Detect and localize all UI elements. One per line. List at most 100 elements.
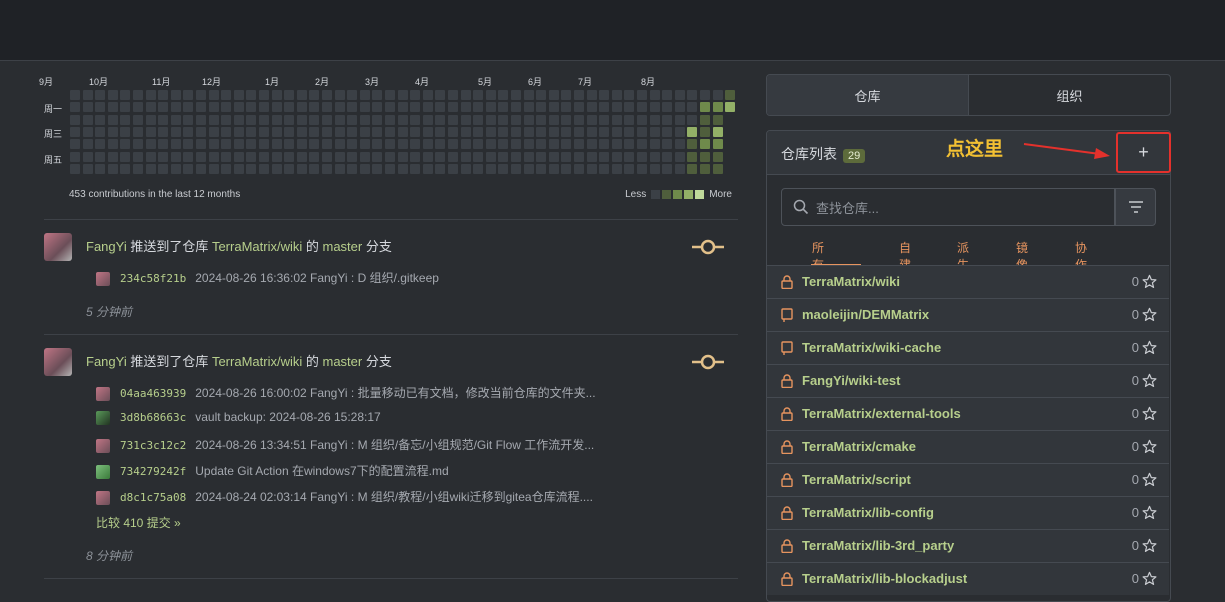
commit-message: 2024-08-24 02:03:14 FangYi : M 组织/教程/小组w… <box>195 490 593 504</box>
month-label: 9月 <box>39 77 54 87</box>
star-icon[interactable] <box>1142 340 1157 355</box>
lock-icon <box>781 473 793 487</box>
star-icon[interactable] <box>1142 439 1157 454</box>
lock-icon <box>781 440 793 454</box>
repo-row[interactable]: maoleijin/DEMMatrix 0 <box>767 298 1169 331</box>
add-repo-button[interactable]: + <box>1116 132 1171 173</box>
star-icon[interactable] <box>1142 505 1157 520</box>
month-label: 5月 <box>478 77 493 87</box>
star-icon[interactable] <box>1142 472 1157 487</box>
month-label: 4月 <box>415 77 430 87</box>
branch-link[interactable]: master <box>322 354 362 369</box>
commit-message: vault backup: 2024-08-26 15:28:17 <box>195 410 381 424</box>
repo-name-link[interactable]: TerraMatrix/script <box>802 472 911 487</box>
legend-swatch <box>651 190 661 199</box>
contribution-summary: 453 contributions in the last 12 months <box>69 189 241 200</box>
heatmap-legend: Less More <box>625 189 732 200</box>
commit-message: Update Git Action 在windows7下的配置流程.md <box>195 464 449 478</box>
repo-name-link[interactable]: maoleijin/DEMMatrix <box>802 307 929 322</box>
month-label: 2月 <box>315 77 330 87</box>
commit-avatar <box>96 271 110 286</box>
star-icon[interactable] <box>1142 274 1157 289</box>
repo-name-link[interactable]: TerraMatrix/lib-blockadjust <box>802 571 967 586</box>
plus-icon: + <box>1138 142 1149 162</box>
user-link[interactable]: FangYi <box>86 239 127 254</box>
repo-row[interactable]: TerraMatrix/lib-3rd_party 0 <box>767 529 1169 562</box>
avatar[interactable] <box>44 233 72 261</box>
repo-row[interactable]: TerraMatrix/external-tools 0 <box>767 397 1169 430</box>
commit-row: 734279242f Update Git Action 在windows7下的配… <box>96 462 449 480</box>
feed-header: FangYi 推送到了仓库 TerraMatrix/wiki 的 master … <box>86 236 392 255</box>
repo-count-badge: 29 <box>843 149 866 163</box>
filter-icon <box>1128 201 1143 213</box>
avatar[interactable] <box>44 348 72 376</box>
repo-row[interactable]: TerraMatrix/script 0 <box>767 463 1169 496</box>
contribution-heatmap: 9月 10月 11月 12月 1月 2月 3月 4月 5月 6月 7月 8月 周一 周三 周五 453 c… <box>39 72 738 206</box>
commit-sha[interactable]: 734279242f <box>120 465 186 478</box>
repo-name-link[interactable]: TerraMatrix/lib-3rd_party <box>802 538 954 553</box>
star-count: 0 <box>1131 505 1139 520</box>
repo-name-link[interactable]: FangYi/wiki-test <box>802 373 900 388</box>
weekday-label: 周三 <box>44 129 63 139</box>
star-icon[interactable] <box>1142 538 1157 553</box>
top-navbar <box>0 0 1225 61</box>
lock-icon <box>781 572 793 586</box>
repo-link[interactable]: TerraMatrix/wiki <box>212 239 302 254</box>
repo-row[interactable]: FangYi/wiki-test 0 <box>767 364 1169 397</box>
repo-name-link[interactable]: TerraMatrix/wiki-cache <box>802 340 941 355</box>
feed-item: FangYi 推送到了仓库 TerraMatrix/wiki 的 master … <box>44 348 738 578</box>
star-count: 0 <box>1131 538 1139 553</box>
commit-sha[interactable]: d8c1c75a08 <box>120 491 186 504</box>
commit-sha[interactable]: 04aa463939 <box>120 387 186 400</box>
repo-name-link[interactable]: TerraMatrix/cmake <box>802 439 916 454</box>
tab-repositories[interactable]: 仓库 <box>767 75 969 115</box>
month-label: 10月 <box>89 77 109 87</box>
repo-name-link[interactable]: TerraMatrix/external-tools <box>802 406 961 421</box>
commit-message: 2024-08-26 16:00:02 FangYi : 批量移动已有文档，修改… <box>195 386 596 400</box>
month-label: 7月 <box>578 77 593 87</box>
branch-link[interactable]: master <box>322 239 362 254</box>
suffix-text: 分支 <box>362 239 392 254</box>
lock-icon <box>781 506 793 520</box>
repo-row[interactable]: TerraMatrix/wiki 0 <box>767 265 1169 298</box>
commit-icon <box>692 354 724 370</box>
user-link[interactable]: FangYi <box>86 354 127 369</box>
repo-row[interactable]: TerraMatrix/lib-blockadjust 0 <box>767 562 1169 595</box>
action-text: 推送到了仓库 <box>126 239 212 254</box>
star-count: 0 <box>1131 373 1139 388</box>
repo-row[interactable]: TerraMatrix/wiki-cache 0 <box>767 331 1169 364</box>
commit-sha[interactable]: 731c3c12c2 <box>120 439 186 452</box>
month-label: 11月 <box>152 77 171 87</box>
star-icon[interactable] <box>1142 373 1157 388</box>
repo-name-link[interactable]: TerraMatrix/wiki <box>802 274 900 289</box>
repo-row[interactable]: TerraMatrix/cmake 0 <box>767 430 1169 463</box>
star-count: 0 <box>1131 307 1139 322</box>
repo-link[interactable]: TerraMatrix/wiki <box>212 354 302 369</box>
month-label: 3月 <box>365 77 380 87</box>
filter-button[interactable] <box>1115 188 1156 226</box>
repo-search-input[interactable] <box>814 198 1108 218</box>
repo-icon <box>781 308 793 322</box>
commit-sha[interactable]: 3d8b68663c <box>120 411 186 424</box>
commit-sha[interactable]: 234c58f21b <box>120 272 186 285</box>
annotation-arrow-icon <box>1023 143 1110 159</box>
commit-avatar <box>96 386 110 401</box>
divider <box>44 219 738 220</box>
commit-row: d8c1c75a08 2024-08-24 02:03:14 FangYi : M… <box>96 488 593 506</box>
star-icon[interactable] <box>1142 406 1157 421</box>
feed-header: FangYi 推送到了仓库 TerraMatrix/wiki 的 master … <box>86 351 392 370</box>
month-label: 1月 <box>265 77 280 87</box>
star-icon[interactable] <box>1142 307 1157 322</box>
month-label: 8月 <box>641 77 656 87</box>
commit-avatar <box>96 410 110 425</box>
suffix-text: 分支 <box>362 354 392 369</box>
divider <box>44 578 738 579</box>
star-icon[interactable] <box>1142 571 1157 586</box>
repo-name-link[interactable]: TerraMatrix/lib-config <box>802 505 934 520</box>
commit-icon <box>692 239 724 255</box>
compare-link[interactable]: 比较 410 提交 » <box>96 514 181 531</box>
tab-organizations[interactable]: 组织 <box>969 75 1170 115</box>
repo-row[interactable]: TerraMatrix/lib-config 0 <box>767 496 1169 529</box>
search-icon <box>793 199 809 215</box>
commit-row: 731c3c12c2 2024-08-26 13:34:51 FangYi : M… <box>96 436 594 454</box>
